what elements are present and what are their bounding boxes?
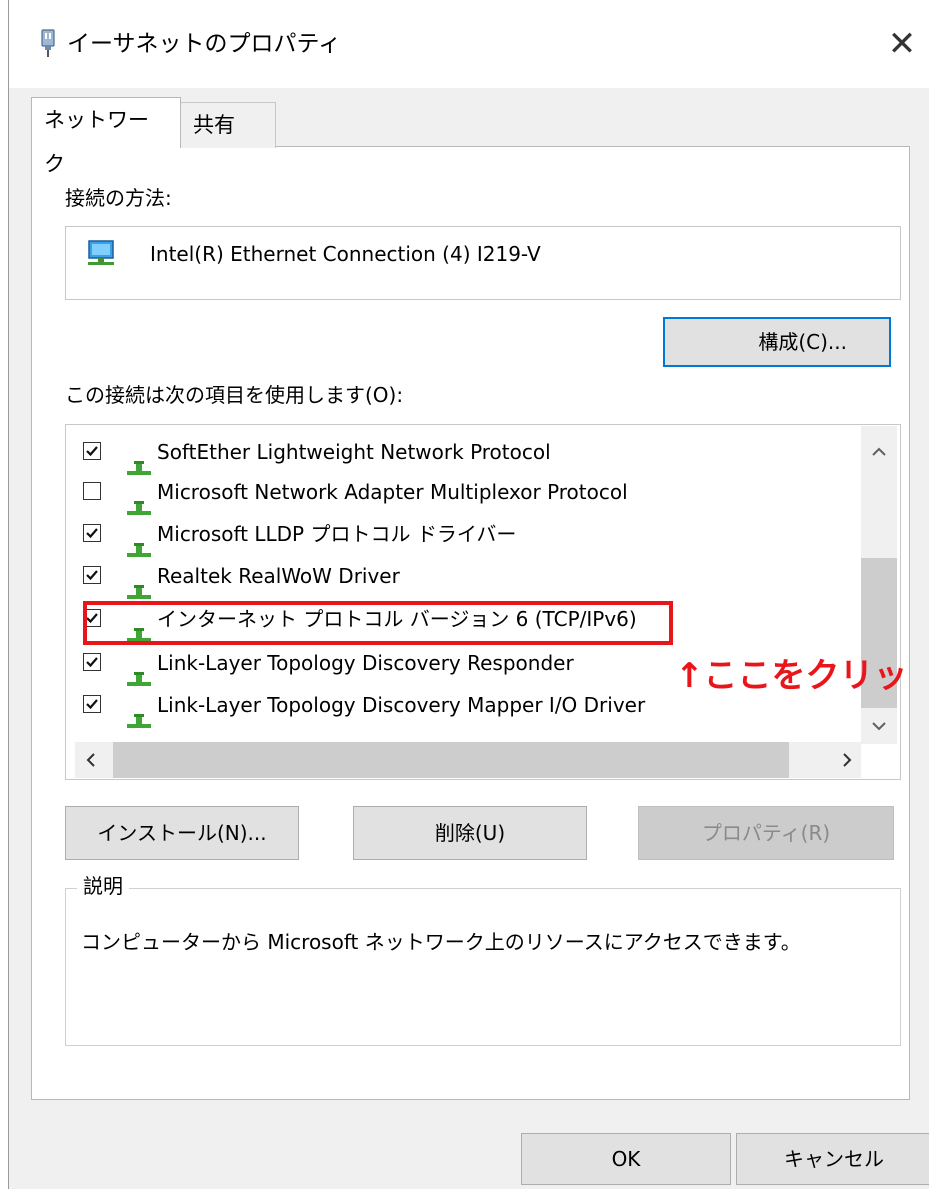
adapter-name: Intel(R) Ethernet Connection (4) I219-V bbox=[150, 242, 541, 266]
network-adapter-icon bbox=[88, 240, 114, 265]
configure-button[interactable]: 構成(C)... bbox=[663, 317, 891, 367]
list-item[interactable]: Realtek RealWoW Driver bbox=[77, 557, 837, 599]
chevron-left-icon bbox=[86, 753, 95, 767]
tab-network[interactable]: ネットワーク bbox=[31, 97, 181, 176]
properties-button[interactable]: プロパティ(R) bbox=[638, 806, 894, 860]
item-label: インターネット プロトコル バージョン 6 (TCP/IPv6) bbox=[157, 607, 637, 631]
item-checkbox[interactable] bbox=[83, 609, 101, 627]
list-item[interactable]: インターネット プロトコル バージョン 6 (TCP/IPv6) bbox=[77, 600, 837, 642]
items-label: この接続は次の項目を使用します(O): bbox=[65, 383, 404, 407]
checkmark-icon bbox=[86, 613, 98, 624]
item-checkbox[interactable] bbox=[83, 566, 101, 584]
cancel-button[interactable]: キャンセル bbox=[736, 1133, 929, 1185]
window-title: イーサネットのプロパティ bbox=[67, 31, 342, 57]
protocol-icon bbox=[127, 702, 151, 728]
item-label: Microsoft Network Adapter Multiplexor Pr… bbox=[157, 480, 628, 504]
scroll-up-button[interactable] bbox=[861, 432, 897, 472]
chevron-right-icon bbox=[843, 753, 852, 767]
scroll-left-button[interactable] bbox=[85, 752, 97, 772]
title-bar: イーサネットのプロパティ ✕ bbox=[9, 0, 929, 88]
checkmark-icon bbox=[86, 657, 98, 668]
checkmark-icon bbox=[86, 528, 98, 539]
item-checkbox[interactable] bbox=[83, 653, 101, 671]
item-checkbox[interactable] bbox=[83, 482, 101, 500]
checkmark-icon bbox=[86, 570, 98, 581]
install-button[interactable]: インストール(N)... bbox=[65, 806, 299, 860]
item-checkbox[interactable] bbox=[83, 442, 101, 460]
tab-share[interactable]: 共有 bbox=[180, 102, 276, 148]
list-item[interactable]: SoftEther Lightweight Network Protocol bbox=[77, 433, 837, 475]
item-label: Link-Layer Topology Discovery Responder bbox=[157, 651, 574, 675]
item-checkbox[interactable] bbox=[83, 524, 101, 542]
description-text: コンピューターから Microsoft ネットワーク上のリソースにアクセスできま… bbox=[81, 930, 801, 954]
scroll-down-button[interactable] bbox=[861, 708, 897, 744]
scroll-right-button[interactable] bbox=[841, 752, 853, 772]
list-item[interactable]: Microsoft Network Adapter Multiplexor Pr… bbox=[77, 473, 837, 515]
chevron-down-icon bbox=[872, 722, 886, 731]
network-cable-icon bbox=[41, 29, 55, 57]
item-label: SoftEther Lightweight Network Protocol bbox=[157, 440, 551, 464]
list-item[interactable]: Microsoft LLDP プロトコル ドライバー bbox=[77, 515, 837, 557]
item-checkbox[interactable] bbox=[83, 695, 101, 713]
ok-button[interactable]: OK bbox=[521, 1133, 731, 1185]
protocol-icon bbox=[127, 489, 151, 515]
protocol-icon bbox=[127, 449, 151, 475]
item-label: Realtek RealWoW Driver bbox=[157, 564, 400, 588]
description-group-label: 説明 bbox=[77, 872, 129, 900]
item-label: Link-Layer Topology Discovery Mapper I/O… bbox=[157, 693, 646, 717]
properties-dialog: イーサネットのプロパティ ✕ ネットワーク 共有 接続の方法: Intel(R)… bbox=[8, 0, 929, 1189]
item-label: Microsoft LLDP プロトコル ドライバー bbox=[157, 522, 517, 546]
checkmark-icon bbox=[86, 699, 98, 710]
description-group bbox=[65, 888, 901, 1046]
remove-button[interactable]: 削除(U) bbox=[353, 806, 587, 860]
protocol-icon bbox=[127, 531, 151, 557]
adapter-box: Intel(R) Ethernet Connection (4) I219-V bbox=[65, 226, 901, 300]
horizontal-scrollbar[interactable] bbox=[75, 742, 861, 778]
connect-using-label: 接続の方法: bbox=[65, 186, 172, 210]
close-button[interactable]: ✕ bbox=[874, 16, 929, 72]
protocol-icon bbox=[127, 573, 151, 599]
horizontal-scroll-thumb[interactable] bbox=[113, 742, 789, 778]
chevron-up-icon bbox=[872, 447, 886, 456]
annotation-text: ↑ここをクリッ bbox=[675, 656, 908, 696]
checkmark-icon bbox=[86, 446, 98, 457]
protocol-icon bbox=[127, 616, 151, 642]
protocol-icon bbox=[127, 660, 151, 686]
